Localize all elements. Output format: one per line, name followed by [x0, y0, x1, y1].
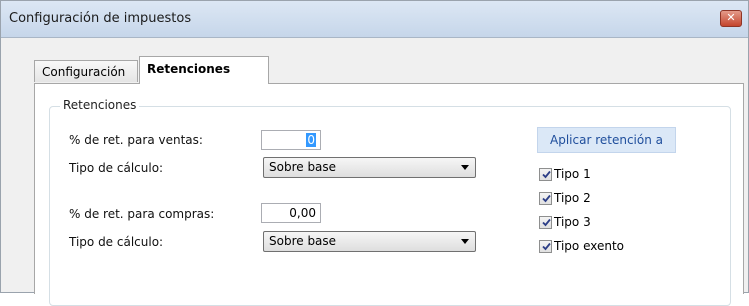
dialog-window: Configuración de impuestos ✕ Configuraci…	[0, 0, 749, 306]
close-icon: ✕	[726, 11, 736, 24]
checkbox-label: Tipo 2	[554, 191, 591, 205]
chevron-down-icon	[461, 165, 469, 170]
close-button[interactable]: ✕	[720, 10, 742, 27]
window-title: Configuración de impuestos	[9, 11, 192, 26]
purchases-percent-label: % de ret. para compras:	[69, 207, 215, 221]
sales-percent-field[interactable]: 0	[261, 130, 321, 150]
sales-percent-label: % de ret. para ventas:	[69, 133, 203, 147]
purchases-percent-field[interactable]: 0,00	[261, 203, 321, 223]
checkbox-checked-icon	[539, 216, 552, 229]
apply-retention-header: Aplicar retención a	[537, 127, 676, 153]
sales-calc-type-select[interactable]: Sobre base	[263, 157, 476, 178]
title-bar: Configuración de impuestos ✕	[1, 1, 748, 38]
purchases-calc-type-select[interactable]: Sobre base	[263, 231, 476, 252]
checkbox-checked-icon	[539, 192, 552, 205]
sales-calc-type-label: Tipo de cálculo:	[69, 161, 164, 175]
checkbox-checked-icon	[539, 168, 552, 181]
sales-percent-value: 0	[306, 133, 316, 147]
chevron-down-icon	[461, 239, 469, 244]
checkbox-checked-icon	[539, 240, 552, 253]
purchases-calc-type-value: Sobre base	[269, 234, 337, 248]
sales-calc-type-value: Sobre base	[269, 160, 337, 174]
tab-retenciones[interactable]: Retenciones	[139, 56, 269, 84]
tab-configuracion[interactable]: Configuración	[34, 60, 138, 82]
purchases-calc-type-label: Tipo de cálculo:	[69, 235, 164, 249]
checkbox-label: Tipo 1	[554, 167, 591, 181]
purchases-percent-value: 0,00	[289, 206, 316, 220]
groupbox-legend: Retenciones	[60, 98, 140, 112]
checkbox-label: Tipo exento	[554, 239, 625, 253]
checkbox-label: Tipo 3	[554, 215, 591, 229]
